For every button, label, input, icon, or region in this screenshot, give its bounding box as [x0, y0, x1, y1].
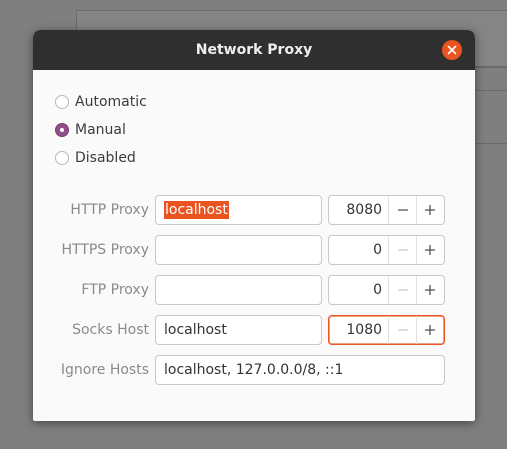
http-proxy-port-spinner[interactable]: 8080	[328, 195, 445, 225]
socks-port-spinner[interactable]: 1080	[328, 315, 445, 345]
socks-host-row: Socks Host localhost 1080	[33, 315, 475, 345]
socks-host-value: localhost	[164, 322, 227, 338]
ignore-hosts-label: Ignore Hosts	[60, 362, 149, 378]
https-port-decrement-button[interactable]	[388, 236, 416, 264]
radio-button-manual[interactable]	[55, 123, 69, 137]
http-proxy-host-value: localhost	[164, 201, 229, 219]
radio-manual[interactable]: Manual	[55, 116, 147, 144]
plus-icon	[425, 205, 436, 215]
http-proxy-row: HTTP Proxy localhost 8080	[33, 195, 475, 225]
ftp-proxy-host-input[interactable]	[155, 275, 322, 305]
minus-icon	[397, 329, 408, 331]
ftp-proxy-row: FTP Proxy 0	[33, 275, 475, 305]
http-proxy-port-value[interactable]: 8080	[329, 196, 388, 224]
minus-icon	[397, 289, 408, 291]
minus-icon	[397, 249, 408, 251]
https-proxy-row: HTTPS Proxy 0	[33, 235, 475, 265]
ftp-proxy-port-spinner[interactable]: 0	[328, 275, 445, 305]
https-proxy-port-spinner[interactable]: 0	[328, 235, 445, 265]
http-proxy-host-input[interactable]: localhost	[155, 195, 322, 225]
network-proxy-dialog: Network Proxy Automatic Manual Disabled …	[33, 30, 475, 421]
radio-disabled[interactable]: Disabled	[55, 144, 147, 172]
https-proxy-host-input[interactable]	[155, 235, 322, 265]
minus-icon	[397, 209, 408, 211]
ignore-hosts-value: localhost, 127.0.0.0/8, ::1	[164, 362, 344, 378]
radio-button-automatic[interactable]	[55, 95, 69, 109]
socks-port-value[interactable]: 1080	[329, 316, 388, 344]
https-proxy-port-value[interactable]: 0	[329, 236, 388, 264]
radio-label-manual: Manual	[75, 122, 126, 138]
ignore-hosts-input[interactable]: localhost, 127.0.0.0/8, ::1	[155, 355, 445, 385]
https-port-increment-button[interactable]	[416, 236, 444, 264]
ftp-port-decrement-button[interactable]	[388, 276, 416, 304]
dialog-titlebar: Network Proxy	[33, 30, 475, 70]
background-divider	[474, 90, 507, 91]
plus-icon	[425, 325, 436, 335]
plus-icon	[425, 285, 436, 295]
socks-host-input[interactable]: localhost	[155, 315, 322, 345]
socks-port-increment-button[interactable]	[416, 316, 444, 344]
http-port-decrement-button[interactable]	[388, 196, 416, 224]
ftp-proxy-label: FTP Proxy	[81, 282, 149, 298]
ftp-port-increment-button[interactable]	[416, 276, 444, 304]
background-divider	[474, 143, 507, 144]
dialog-title: Network Proxy	[195, 42, 313, 58]
background-divider	[474, 66, 507, 67]
https-proxy-label: HTTPS Proxy	[61, 242, 149, 258]
close-icon	[447, 45, 457, 55]
http-port-increment-button[interactable]	[416, 196, 444, 224]
radio-button-disabled[interactable]	[55, 151, 69, 165]
radio-automatic[interactable]: Automatic	[55, 88, 147, 116]
ftp-proxy-port-value[interactable]: 0	[329, 276, 388, 304]
radio-label-automatic: Automatic	[75, 94, 147, 110]
close-button[interactable]	[442, 40, 462, 60]
socks-port-decrement-button[interactable]	[388, 316, 416, 344]
ignore-hosts-row: Ignore Hosts localhost, 127.0.0.0/8, ::1	[33, 355, 475, 385]
proxy-method-group: Automatic Manual Disabled	[55, 88, 147, 172]
http-proxy-label: HTTP Proxy	[70, 202, 149, 218]
socks-host-label: Socks Host	[72, 322, 149, 338]
plus-icon	[425, 245, 436, 255]
radio-label-disabled: Disabled	[75, 150, 136, 166]
